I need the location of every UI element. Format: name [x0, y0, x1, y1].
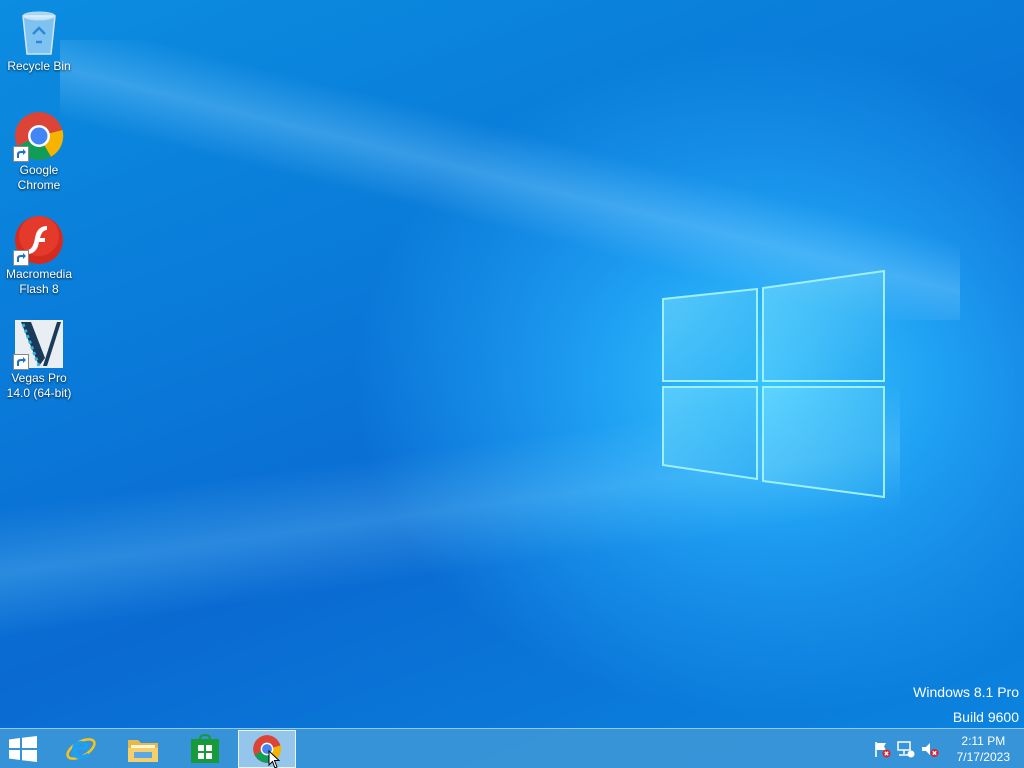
taskbar-internet-explorer-button[interactable] [52, 730, 110, 768]
store-icon [191, 734, 219, 763]
taskbar-file-explorer-button[interactable] [114, 730, 172, 768]
taskbar-google-chrome-button[interactable] [238, 730, 296, 768]
desktop-icon-macromedia-flash-8[interactable]: Macromedia Flash 8 [0, 208, 78, 297]
shortcut-arrow-icon [13, 354, 29, 370]
ie-icon [66, 738, 96, 760]
wallpaper-windows-logo [662, 269, 885, 499]
start-button[interactable] [0, 730, 52, 768]
desktop-icon-label: Google Chrome [17, 163, 61, 192]
windows-logo-icon [9, 736, 37, 762]
clock-date: 7/17/2023 [956, 750, 1010, 764]
os-version-watermark: Windows 8.1 Pro [913, 684, 1019, 700]
folder-icon [128, 740, 158, 762]
taskbar-store-button[interactable] [176, 730, 234, 768]
clock-time: 2:11 PM [961, 734, 1006, 748]
mouse-cursor-icon [268, 750, 281, 768]
taskbar-clock[interactable]: 2:11 PM 7/17/2023 [957, 733, 1010, 765]
system-tray [872, 729, 940, 768]
desktop-icon-recycle-bin[interactable]: Recycle Bin [0, 0, 78, 74]
desktop-icon-label: Vegas Pro 14.0 (64-bit) [6, 371, 72, 400]
network-icon[interactable] [896, 739, 916, 759]
taskbar: 2:11 PM 7/17/2023 [0, 728, 1024, 768]
shortcut-arrow-icon [13, 146, 29, 162]
os-build-watermark: Build 9600 [952, 709, 1019, 725]
desktop-icon-label: Macromedia Flash 8 [5, 267, 73, 296]
shortcut-arrow-icon [13, 250, 29, 266]
desktop-icon-vegas-pro[interactable]: Vegas Pro 14.0 (64-bit) [0, 312, 78, 401]
action-center-flag-icon[interactable] [872, 739, 892, 759]
volume-muted-icon[interactable] [920, 739, 940, 759]
desktop[interactable]: Recycle Bin Google Chrome Macromedia Fla… [0, 0, 1024, 768]
recycle-bin-icon [22, 11, 56, 55]
desktop-icon-label: Recycle Bin [7, 59, 71, 73]
desktop-icon-google-chrome[interactable]: Google Chrome [0, 104, 78, 193]
